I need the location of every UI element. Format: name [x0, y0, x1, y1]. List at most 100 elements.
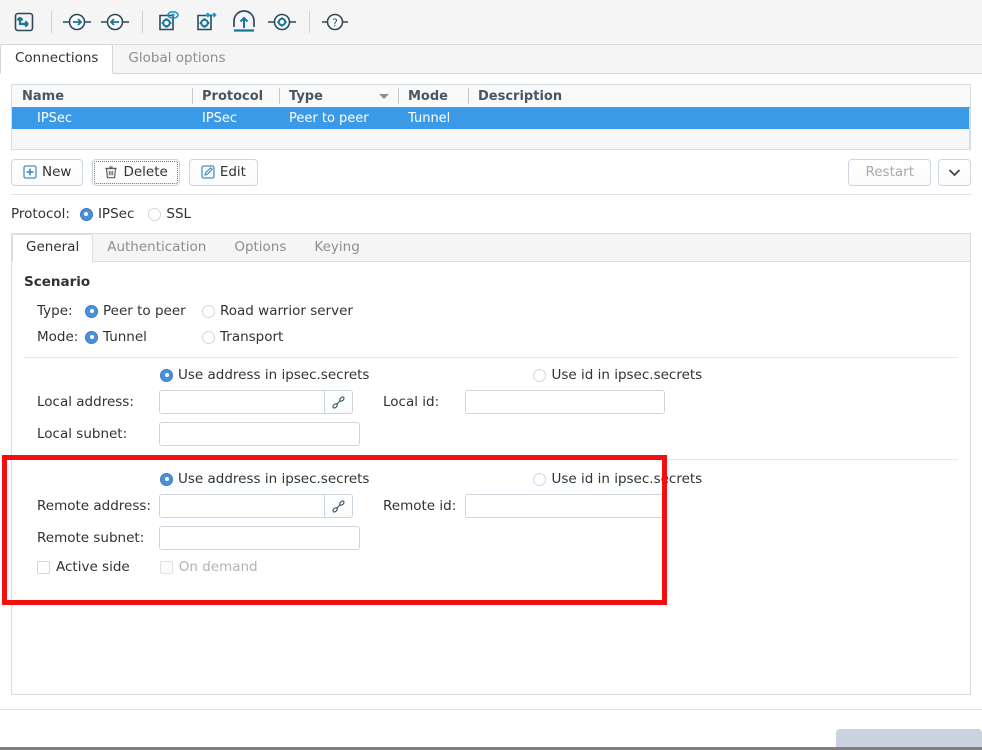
remote-id-label: Remote id:: [383, 498, 457, 514]
column-header-protocol[interactable]: Protocol: [192, 85, 279, 107]
settings-gear-icon-button[interactable]: [264, 4, 300, 40]
remote-address-input[interactable]: [159, 494, 325, 518]
arrow-right-icon: [63, 13, 91, 31]
arrow-left-icon: [101, 13, 129, 31]
local-use-address-label: Use address in ipsec.secrets: [178, 367, 370, 383]
tab-global-options[interactable]: Global options: [113, 44, 240, 73]
local-address-input[interactable]: [159, 390, 325, 414]
tab-options[interactable]: Options: [220, 234, 300, 261]
transfer-config-icon-button[interactable]: [188, 4, 224, 40]
connection-list-header: Name Protocol Type Mode Description: [12, 85, 970, 108]
on-demand-checkbox: On demand: [159, 559, 258, 575]
remote-endpoint-group: Use address in ipsec.secrets Use id in i…: [12, 460, 970, 580]
pencil-edit-icon: [201, 165, 215, 179]
scenario-type-label: Type:: [37, 303, 73, 319]
restart-menu-button[interactable]: [938, 158, 971, 186]
view-config-icon-button[interactable]: [150, 4, 186, 40]
new-button-label: New: [42, 164, 72, 180]
column-header-description[interactable]: Description: [468, 85, 970, 107]
remote-use-address-label: Use address in ipsec.secrets: [178, 471, 370, 487]
help-question-icon-button[interactable]: ?: [317, 4, 353, 40]
protocol-radio-ipsec[interactable]: IPSec: [79, 206, 135, 222]
scenario-type-radio-road-warrior-server-label: Road warrior server: [220, 303, 353, 319]
protocol-radio-ipsec-label: IPSec: [97, 206, 135, 222]
scenario-mode-radio-tunnel-label: Tunnel: [103, 329, 147, 345]
tab-connections[interactable]: Connections: [0, 44, 114, 74]
delete-button-label: Delete: [123, 164, 168, 180]
local-id-input[interactable]: [465, 390, 665, 414]
scenario-mode-label: Mode:: [37, 329, 79, 345]
scenario-section-title: Scenario: [24, 274, 91, 290]
column-header-name-label: Name: [22, 88, 65, 104]
scenario-type-radio-road-warrior-server[interactable]: Road warrior server: [202, 303, 353, 319]
remote-subnet-row: Remote subnet:: [12, 522, 970, 554]
help-question-icon: ?: [322, 13, 348, 31]
remote-use-address-radio[interactable]: Use address in ipsec.secrets: [160, 471, 369, 487]
scenario-mode-radio-tunnel[interactable]: Tunnel: [85, 329, 188, 345]
new-button[interactable]: New: [11, 158, 84, 186]
local-subnet-row: Local subnet:: [12, 418, 970, 450]
remote-flags-row: Active side On demand: [12, 554, 970, 580]
connection-action-bar: New Delete Edit Restart: [11, 158, 971, 186]
radio-dot-icon: [202, 330, 215, 344]
upload-cloud-icon: [233, 10, 255, 32]
local-secrets-mode-row: Use address in ipsec.secrets Use id in i…: [12, 364, 970, 386]
scenario-type-radio-peer-to-peer[interactable]: Peer to peer: [85, 303, 188, 319]
column-header-description-label: Description: [478, 88, 563, 104]
general-tab-content: Scenario Type: Peer to peer Road warrior…: [12, 262, 970, 580]
bottom-partial-button[interactable]: [836, 729, 982, 747]
column-header-name[interactable]: Name: [12, 85, 192, 107]
cell-mode: Tunnel: [408, 111, 451, 126]
radio-dot-selected-icon: [160, 368, 173, 382]
arrow-left-icon-button[interactable]: [97, 4, 133, 40]
radio-dot-selected-icon: [79, 207, 93, 221]
active-side-checkbox[interactable]: Active side: [37, 559, 130, 575]
local-use-address-radio[interactable]: Use address in ipsec.secrets: [160, 367, 369, 383]
connection-list-scrollbar[interactable]: [969, 108, 970, 149]
view-config-icon: [159, 11, 179, 31]
import-icon-button[interactable]: [6, 4, 42, 40]
checkbox-icon: [159, 560, 173, 574]
remote-subnet-input[interactable]: [159, 526, 360, 550]
remote-address-link-button[interactable]: [325, 494, 353, 518]
link-chain-icon: [332, 499, 345, 513]
protocol-radio-ssl[interactable]: SSL: [148, 206, 191, 222]
column-header-mode-label: Mode: [408, 88, 448, 104]
tab-keying[interactable]: Keying: [300, 234, 373, 261]
remote-use-id-radio[interactable]: Use id in ipsec.secrets: [533, 471, 702, 487]
column-header-type[interactable]: Type: [279, 85, 398, 107]
connection-list-empty-area[interactable]: [12, 129, 970, 149]
restart-button[interactable]: Restart: [848, 158, 931, 186]
restart-button-label: Restart: [865, 164, 914, 180]
edit-button[interactable]: Edit: [188, 158, 258, 186]
local-address-link-button[interactable]: [325, 390, 353, 414]
edit-button-label: Edit: [219, 164, 246, 180]
local-use-id-radio[interactable]: Use id in ipsec.secrets: [533, 367, 702, 383]
connection-list: Name Protocol Type Mode Description IPSe…: [11, 84, 971, 150]
remote-secrets-mode-row: Use address in ipsec.secrets Use id in i…: [12, 468, 970, 490]
scenario-type-radio-peer-to-peer-label: Peer to peer: [103, 303, 186, 319]
action-bar-divider: [11, 194, 971, 195]
tab-general[interactable]: General: [12, 234, 94, 262]
radio-dot-icon: [533, 368, 547, 382]
upload-cloud-icon-button[interactable]: [226, 4, 262, 40]
scenario-mode-radio-transport[interactable]: Transport: [202, 329, 283, 345]
column-header-protocol-label: Protocol: [202, 88, 264, 104]
remote-subnet-label: Remote subnet:: [37, 530, 145, 546]
sort-descending-icon: [379, 93, 389, 99]
local-id-label: Local id:: [383, 394, 440, 410]
toolbar-separator: [142, 11, 143, 33]
column-header-mode[interactable]: Mode: [398, 85, 468, 107]
local-address-row: Local address: Local id:: [12, 386, 970, 418]
chevron-down-icon: [948, 168, 961, 176]
cell-name: IPSec: [37, 111, 73, 126]
delete-button[interactable]: Delete: [92, 158, 180, 186]
table-row[interactable]: IPSec IPSec Peer to peer Tunnel: [12, 108, 970, 129]
radio-dot-icon: [148, 207, 162, 221]
remote-id-input[interactable]: [465, 494, 665, 518]
arrow-right-icon-button[interactable]: [59, 4, 95, 40]
local-subnet-input[interactable]: [159, 422, 360, 446]
tab-authentication[interactable]: Authentication: [93, 234, 220, 261]
main-toolbar: ?: [0, 0, 982, 45]
local-subnet-label: Local subnet:: [37, 426, 128, 442]
